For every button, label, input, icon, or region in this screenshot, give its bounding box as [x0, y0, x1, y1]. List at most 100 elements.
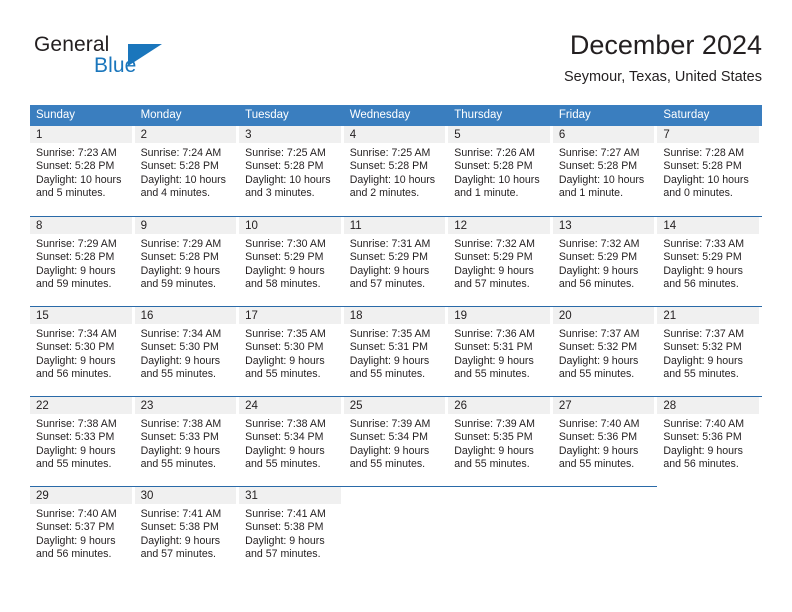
day-sun-info: Sunrise: 7:34 AM Sunset: 5:30 PM Dayligh…: [36, 328, 117, 381]
day-sun-info: Sunrise: 7:27 AM Sunset: 5:28 PM Dayligh…: [558, 147, 645, 200]
calendar-day-cell[interactable]: 27 Sunrise: 7:40 AM Sunset: 5:36 PM Dayli…: [552, 396, 658, 486]
calendar-day-cell[interactable]: 28 Sunrise: 7:40 AM Sunset: 5:36 PM Dayli…: [657, 396, 762, 486]
page-header: General Blue December 2024 Seymour, Texa…: [30, 28, 762, 94]
day-sun-info: Sunrise: 7:41 AM Sunset: 5:38 PM Dayligh…: [245, 508, 326, 561]
calendar-day-cell[interactable]: 22 Sunrise: 7:38 AM Sunset: 5:33 PM Dayli…: [30, 396, 135, 486]
calendar-day-cell[interactable]: 30 Sunrise: 7:41 AM Sunset: 5:38 PM Dayli…: [134, 486, 240, 576]
calendar-day-cell[interactable]: 15 Sunrise: 7:34 AM Sunset: 5:30 PM Dayli…: [30, 306, 135, 396]
calendar-day-cell[interactable]: 1 Sunrise: 7:23 AM Sunset: 5:28 PM Daylig…: [30, 126, 135, 216]
day-cell-inner: 10 Sunrise: 7:30 AM Sunset: 5:29 PM Dayli…: [239, 216, 344, 306]
day-cell-inner: [343, 486, 449, 576]
day-sun-info: Sunrise: 7:28 AM Sunset: 5:28 PM Dayligh…: [663, 147, 749, 200]
day-sun-info: Sunrise: 7:23 AM Sunset: 5:28 PM Dayligh…: [36, 147, 122, 200]
day-number: 19: [448, 307, 550, 324]
day-cell-inner: 17 Sunrise: 7:35 AM Sunset: 5:30 PM Dayli…: [239, 306, 344, 396]
day-cell-inner: 20 Sunrise: 7:37 AM Sunset: 5:32 PM Dayli…: [552, 306, 658, 396]
day-cell-inner: 30 Sunrise: 7:41 AM Sunset: 5:38 PM Dayli…: [134, 486, 240, 576]
calendar-week-row: 1 Sunrise: 7:23 AM Sunset: 5:28 PM Daylig…: [30, 126, 762, 216]
calendar-day-cell[interactable]: 2 Sunrise: 7:24 AM Sunset: 5:28 PM Daylig…: [134, 126, 240, 216]
day-cell-inner: 31 Sunrise: 7:41 AM Sunset: 5:38 PM Dayli…: [239, 486, 344, 576]
day-sun-info: Sunrise: 7:38 AM Sunset: 5:33 PM Dayligh…: [140, 418, 222, 471]
day-number: 3: [239, 126, 341, 143]
day-sun-info: Sunrise: 7:29 AM Sunset: 5:28 PM Dayligh…: [140, 238, 222, 291]
day-cell-inner: 24 Sunrise: 7:38 AM Sunset: 5:34 PM Dayli…: [239, 396, 344, 486]
day-number: 30: [134, 487, 237, 504]
day-number: 26: [448, 397, 550, 414]
day-number: 21: [657, 307, 759, 324]
day-cell-inner: 27 Sunrise: 7:40 AM Sunset: 5:36 PM Dayli…: [552, 396, 658, 486]
brand-logo[interactable]: General Blue: [34, 32, 224, 90]
day-cell-inner: 25 Sunrise: 7:39 AM Sunset: 5:34 PM Dayli…: [343, 396, 449, 486]
calendar-day-cell[interactable]: 10 Sunrise: 7:30 AM Sunset: 5:29 PM Dayli…: [239, 216, 344, 306]
location-subtitle: Seymour, Texas, United States: [563, 69, 762, 85]
sunrise-sunset-calendar: Sunday Monday Tuesday Wednesday Thursday…: [30, 105, 762, 576]
calendar-day-cell[interactable]: 13 Sunrise: 7:32 AM Sunset: 5:29 PM Dayli…: [552, 216, 658, 306]
calendar-week-row: 22 Sunrise: 7:38 AM Sunset: 5:33 PM Dayli…: [30, 396, 762, 486]
day-sun-info: Sunrise: 7:32 AM Sunset: 5:29 PM Dayligh…: [454, 238, 535, 291]
day-number: 20: [552, 307, 655, 324]
calendar-day-cell[interactable]: 8 Sunrise: 7:29 AM Sunset: 5:28 PM Daylig…: [30, 216, 135, 306]
weekday-header-friday: Friday: [552, 105, 658, 126]
calendar-day-cell[interactable]: 19 Sunrise: 7:36 AM Sunset: 5:31 PM Dayli…: [448, 306, 553, 396]
calendar-body: 1 Sunrise: 7:23 AM Sunset: 5:28 PM Daylig…: [30, 126, 762, 576]
day-sun-info: Sunrise: 7:39 AM Sunset: 5:35 PM Dayligh…: [454, 418, 535, 471]
day-sun-info: [553, 504, 655, 508]
calendar-day-cell[interactable]: 4 Sunrise: 7:25 AM Sunset: 5:28 PM Daylig…: [343, 126, 449, 216]
day-number: 14: [657, 217, 759, 234]
calendar-day-cell[interactable]: 14 Sunrise: 7:33 AM Sunset: 5:29 PM Dayli…: [657, 216, 762, 306]
calendar-day-cell[interactable]: 26 Sunrise: 7:39 AM Sunset: 5:35 PM Dayli…: [448, 396, 553, 486]
calendar-header-row: Sunday Monday Tuesday Wednesday Thursday…: [30, 105, 762, 126]
calendar-day-cell[interactable]: 31 Sunrise: 7:41 AM Sunset: 5:38 PM Dayli…: [239, 486, 344, 576]
day-cell-inner: 28 Sunrise: 7:40 AM Sunset: 5:36 PM Dayli…: [657, 396, 762, 486]
day-number: 9: [134, 217, 237, 234]
calendar-day-cell[interactable]: 6 Sunrise: 7:27 AM Sunset: 5:28 PM Daylig…: [552, 126, 658, 216]
day-cell-inner: 9 Sunrise: 7:29 AM Sunset: 5:28 PM Daylig…: [134, 216, 240, 306]
day-sun-info: Sunrise: 7:29 AM Sunset: 5:28 PM Dayligh…: [36, 238, 117, 291]
day-number: 17: [239, 307, 341, 324]
day-number: 8: [30, 217, 132, 234]
calendar-day-cell[interactable]: 24 Sunrise: 7:38 AM Sunset: 5:34 PM Dayli…: [239, 396, 344, 486]
day-cell-inner: 5 Sunrise: 7:26 AM Sunset: 5:28 PM Daylig…: [448, 126, 553, 216]
day-cell-inner: 14 Sunrise: 7:33 AM Sunset: 5:29 PM Dayli…: [657, 216, 762, 306]
day-sun-info: Sunrise: 7:34 AM Sunset: 5:30 PM Dayligh…: [140, 328, 222, 381]
calendar-week-row: 29 Sunrise: 7:40 AM Sunset: 5:37 PM Dayli…: [30, 486, 762, 576]
calendar-day-cell[interactable]: 12 Sunrise: 7:32 AM Sunset: 5:29 PM Dayli…: [448, 216, 553, 306]
day-cell-inner: 18 Sunrise: 7:35 AM Sunset: 5:31 PM Dayli…: [343, 306, 449, 396]
day-sun-info: Sunrise: 7:24 AM Sunset: 5:28 PM Dayligh…: [140, 147, 226, 200]
calendar-day-cell[interactable]: 20 Sunrise: 7:37 AM Sunset: 5:32 PM Dayli…: [552, 306, 658, 396]
day-number: [553, 487, 655, 504]
calendar-day-cell[interactable]: 17 Sunrise: 7:35 AM Sunset: 5:30 PM Dayli…: [239, 306, 344, 396]
calendar-day-cell[interactable]: 7 Sunrise: 7:28 AM Sunset: 5:28 PM Daylig…: [657, 126, 762, 216]
day-number: 31: [239, 487, 341, 504]
day-number: 5: [448, 126, 550, 143]
day-number: 15: [30, 307, 132, 324]
calendar-day-cell[interactable]: 5 Sunrise: 7:26 AM Sunset: 5:28 PM Daylig…: [448, 126, 553, 216]
day-number: 10: [239, 217, 341, 234]
calendar-day-cell[interactable]: 29 Sunrise: 7:40 AM Sunset: 5:37 PM Dayli…: [30, 486, 135, 576]
day-cell-inner: 26 Sunrise: 7:39 AM Sunset: 5:35 PM Dayli…: [448, 396, 553, 486]
day-cell-inner: 21 Sunrise: 7:37 AM Sunset: 5:32 PM Dayli…: [657, 306, 762, 396]
calendar-day-cell[interactable]: 9 Sunrise: 7:29 AM Sunset: 5:28 PM Daylig…: [134, 216, 240, 306]
weekday-header-thursday: Thursday: [448, 105, 553, 126]
day-cell-inner: 22 Sunrise: 7:38 AM Sunset: 5:33 PM Dayli…: [30, 396, 135, 486]
day-sun-info: Sunrise: 7:25 AM Sunset: 5:28 PM Dayligh…: [245, 147, 331, 200]
day-sun-info: [448, 504, 550, 508]
day-sun-info: Sunrise: 7:36 AM Sunset: 5:31 PM Dayligh…: [454, 328, 535, 381]
day-cell-inner: 11 Sunrise: 7:31 AM Sunset: 5:29 PM Dayli…: [343, 216, 449, 306]
calendar-day-cell[interactable]: 23 Sunrise: 7:38 AM Sunset: 5:33 PM Dayli…: [134, 396, 240, 486]
weekday-header-tuesday: Tuesday: [239, 105, 344, 126]
day-number: [448, 487, 550, 504]
day-number: [344, 487, 446, 504]
day-number: 28: [657, 397, 759, 414]
calendar-day-cell[interactable]: 3 Sunrise: 7:25 AM Sunset: 5:28 PM Daylig…: [239, 126, 344, 216]
day-sun-info: Sunrise: 7:40 AM Sunset: 5:37 PM Dayligh…: [36, 508, 117, 561]
day-cell-inner: 2 Sunrise: 7:24 AM Sunset: 5:28 PM Daylig…: [134, 126, 240, 216]
day-cell-inner: 16 Sunrise: 7:34 AM Sunset: 5:30 PM Dayli…: [134, 306, 240, 396]
calendar-day-cell[interactable]: 18 Sunrise: 7:35 AM Sunset: 5:31 PM Dayli…: [343, 306, 449, 396]
calendar-day-cell[interactable]: 11 Sunrise: 7:31 AM Sunset: 5:29 PM Dayli…: [343, 216, 449, 306]
calendar-day-cell[interactable]: 25 Sunrise: 7:39 AM Sunset: 5:34 PM Dayli…: [343, 396, 449, 486]
calendar-day-cell[interactable]: 21 Sunrise: 7:37 AM Sunset: 5:32 PM Dayli…: [657, 306, 762, 396]
weekday-header-saturday: Saturday: [657, 105, 762, 126]
calendar-day-cell[interactable]: 16 Sunrise: 7:34 AM Sunset: 5:30 PM Dayli…: [134, 306, 240, 396]
day-number: 4: [343, 126, 446, 143]
